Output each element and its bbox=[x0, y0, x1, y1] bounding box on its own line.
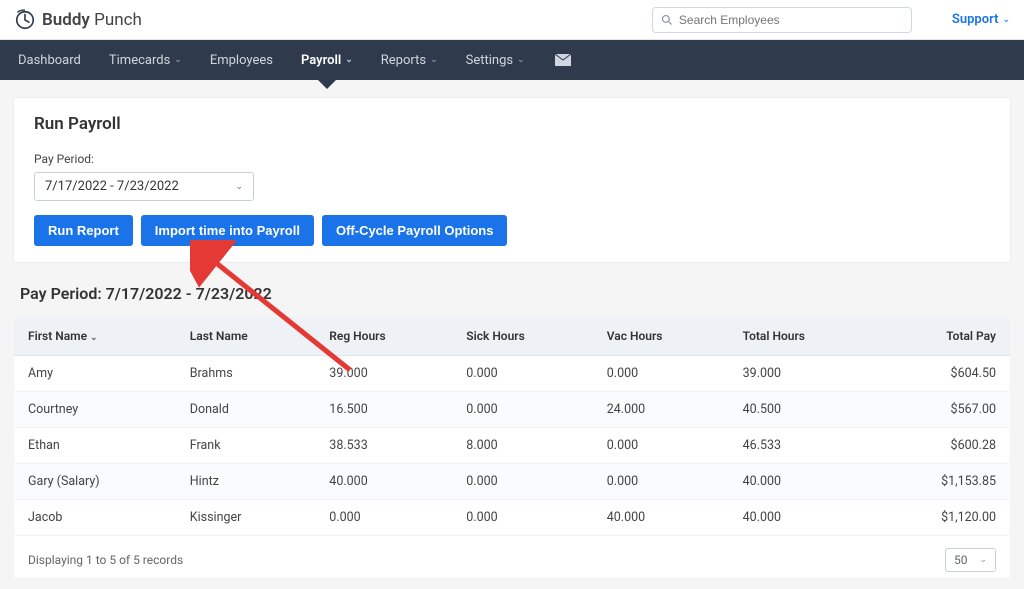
table-row[interactable]: EthanFrank38.5338.0000.00046.533$600.28 bbox=[14, 428, 1010, 464]
cell-first-name: Courtney bbox=[14, 392, 176, 428]
cell-total-pay: $567.00 bbox=[875, 392, 1010, 428]
cell-first-name: Gary (Salary) bbox=[14, 464, 176, 500]
cell-vac-hours: 0.000 bbox=[593, 428, 729, 464]
chevron-down-icon: ⌄ bbox=[1002, 15, 1010, 25]
nav-item-dashboard[interactable]: Dashboard bbox=[4, 40, 95, 80]
table-row[interactable]: AmyBrahms39.0000.0000.00039.000$604.50 bbox=[14, 356, 1010, 392]
nav-item-payroll[interactable]: Payroll ⌄ bbox=[287, 40, 367, 80]
table-row[interactable]: CourtneyDonald16.5000.00024.00040.500$56… bbox=[14, 392, 1010, 428]
content: Run Payroll Pay Period: 7/17/2022 - 7/23… bbox=[0, 80, 1024, 588]
nav-item-reports[interactable]: Reports ⌄ bbox=[367, 40, 452, 80]
run-payroll-title: Run Payroll bbox=[34, 114, 990, 134]
nav-label: Employees bbox=[210, 53, 273, 68]
cell-total-hours: 46.533 bbox=[729, 428, 876, 464]
chevron-down-icon: ⌄ bbox=[174, 55, 182, 65]
search-input[interactable] bbox=[679, 13, 903, 27]
nav-label: Payroll bbox=[301, 53, 341, 68]
chevron-down-icon: ⌄ bbox=[517, 55, 525, 65]
results-table-wrap: First Name ⌄ Last Name Reg Hours Sick Ho… bbox=[14, 317, 1010, 578]
cell-total-hours: 40.500 bbox=[729, 392, 876, 428]
brand-text: Buddy Punch bbox=[42, 10, 142, 30]
pay-period-label: Pay Period: bbox=[34, 152, 990, 166]
navbar: DashboardTimecards⌄EmployeesPayroll⌄Repo… bbox=[0, 40, 1024, 80]
chevron-down-icon: ⌄ bbox=[235, 182, 243, 192]
cell-total-hours: 40.000 bbox=[729, 464, 876, 500]
cell-total-hours: 40.000 bbox=[729, 500, 876, 536]
import-time-button[interactable]: Import time into Payroll bbox=[141, 215, 314, 246]
clock-icon bbox=[14, 9, 36, 31]
col-first-name[interactable]: First Name ⌄ bbox=[14, 317, 176, 356]
cell-last-name: Hintz bbox=[176, 464, 316, 500]
col-sick-hours[interactable]: Sick Hours bbox=[452, 317, 592, 356]
results-table: First Name ⌄ Last Name Reg Hours Sick Ho… bbox=[14, 317, 1010, 536]
cell-sick-hours: 0.000 bbox=[452, 500, 592, 536]
results-title: Pay Period: 7/17/2022 - 7/23/2022 bbox=[20, 284, 1004, 303]
cell-last-name: Brahms bbox=[176, 356, 316, 392]
nav-label: Timecards bbox=[109, 53, 170, 68]
col-total-pay[interactable]: Total Pay bbox=[875, 317, 1010, 356]
cell-first-name: Amy bbox=[14, 356, 176, 392]
cell-vac-hours: 0.000 bbox=[593, 356, 729, 392]
run-payroll-card: Run Payroll Pay Period: 7/17/2022 - 7/23… bbox=[14, 98, 1010, 262]
run-report-button[interactable]: Run Report bbox=[34, 215, 133, 246]
table-row[interactable]: Gary (Salary)Hintz40.0000.0000.00040.000… bbox=[14, 464, 1010, 500]
cell-reg-hours: 39.000 bbox=[315, 356, 452, 392]
cell-reg-hours: 38.533 bbox=[315, 428, 452, 464]
page-size-select[interactable]: 50 ⌄ bbox=[945, 548, 996, 572]
search-icon bbox=[661, 14, 673, 26]
nav-item-employees[interactable]: Employees bbox=[196, 40, 287, 80]
chevron-down-icon: ⌄ bbox=[430, 55, 438, 65]
nav-label: Reports bbox=[381, 53, 426, 68]
cell-sick-hours: 8.000 bbox=[452, 428, 592, 464]
nav-label: Settings bbox=[466, 53, 513, 68]
pay-period-value: 7/17/2022 - 7/23/2022 bbox=[45, 179, 179, 194]
search-box[interactable] bbox=[652, 7, 912, 33]
messages-icon[interactable] bbox=[539, 40, 587, 80]
col-total-hours[interactable]: Total Hours bbox=[729, 317, 876, 356]
cell-last-name: Donald bbox=[176, 392, 316, 428]
topbar: Buddy Punch Support ⌄ bbox=[0, 0, 1024, 40]
col-last-name[interactable]: Last Name bbox=[176, 317, 316, 356]
off-cycle-button[interactable]: Off-Cycle Payroll Options bbox=[322, 215, 507, 246]
table-footer: Displaying 1 to 5 of 5 records 50 ⌄ bbox=[14, 536, 1010, 578]
cell-total-pay: $600.28 bbox=[875, 428, 1010, 464]
cell-first-name: Ethan bbox=[14, 428, 176, 464]
nav-item-settings[interactable]: Settings ⌄ bbox=[452, 40, 539, 80]
table-row[interactable]: JacobKissinger0.0000.00040.00040.000$1,1… bbox=[14, 500, 1010, 536]
cell-vac-hours: 24.000 bbox=[593, 392, 729, 428]
cell-reg-hours: 16.500 bbox=[315, 392, 452, 428]
chevron-down-icon: ⌄ bbox=[979, 555, 987, 565]
cell-sick-hours: 0.000 bbox=[452, 356, 592, 392]
nav-item-timecards[interactable]: Timecards ⌄ bbox=[95, 40, 196, 80]
brand-logo[interactable]: Buddy Punch bbox=[14, 9, 142, 31]
cell-total-hours: 39.000 bbox=[729, 356, 876, 392]
pay-period-select[interactable]: 7/17/2022 - 7/23/2022 ⌄ bbox=[34, 172, 254, 201]
cell-total-pay: $1,153.85 bbox=[875, 464, 1010, 500]
cell-last-name: Kissinger bbox=[176, 500, 316, 536]
col-vac-hours[interactable]: Vac Hours bbox=[593, 317, 729, 356]
cell-total-pay: $1,120.00 bbox=[875, 500, 1010, 536]
cell-vac-hours: 40.000 bbox=[593, 500, 729, 536]
button-row: Run Report Import time into Payroll Off-… bbox=[34, 215, 990, 246]
cell-first-name: Jacob bbox=[14, 500, 176, 536]
cell-total-pay: $604.50 bbox=[875, 356, 1010, 392]
cell-vac-hours: 0.000 bbox=[593, 464, 729, 500]
support-link[interactable]: Support ⌄ bbox=[952, 12, 1010, 27]
cell-sick-hours: 0.000 bbox=[452, 392, 592, 428]
chevron-down-icon: ⌄ bbox=[345, 55, 353, 65]
cell-reg-hours: 40.000 bbox=[315, 464, 452, 500]
records-count: Displaying 1 to 5 of 5 records bbox=[28, 553, 183, 567]
cell-last-name: Frank bbox=[176, 428, 316, 464]
col-reg-hours[interactable]: Reg Hours bbox=[315, 317, 452, 356]
sort-chevron-icon: ⌄ bbox=[90, 333, 98, 343]
cell-sick-hours: 0.000 bbox=[452, 464, 592, 500]
nav-label: Dashboard bbox=[18, 53, 81, 68]
cell-reg-hours: 0.000 bbox=[315, 500, 452, 536]
